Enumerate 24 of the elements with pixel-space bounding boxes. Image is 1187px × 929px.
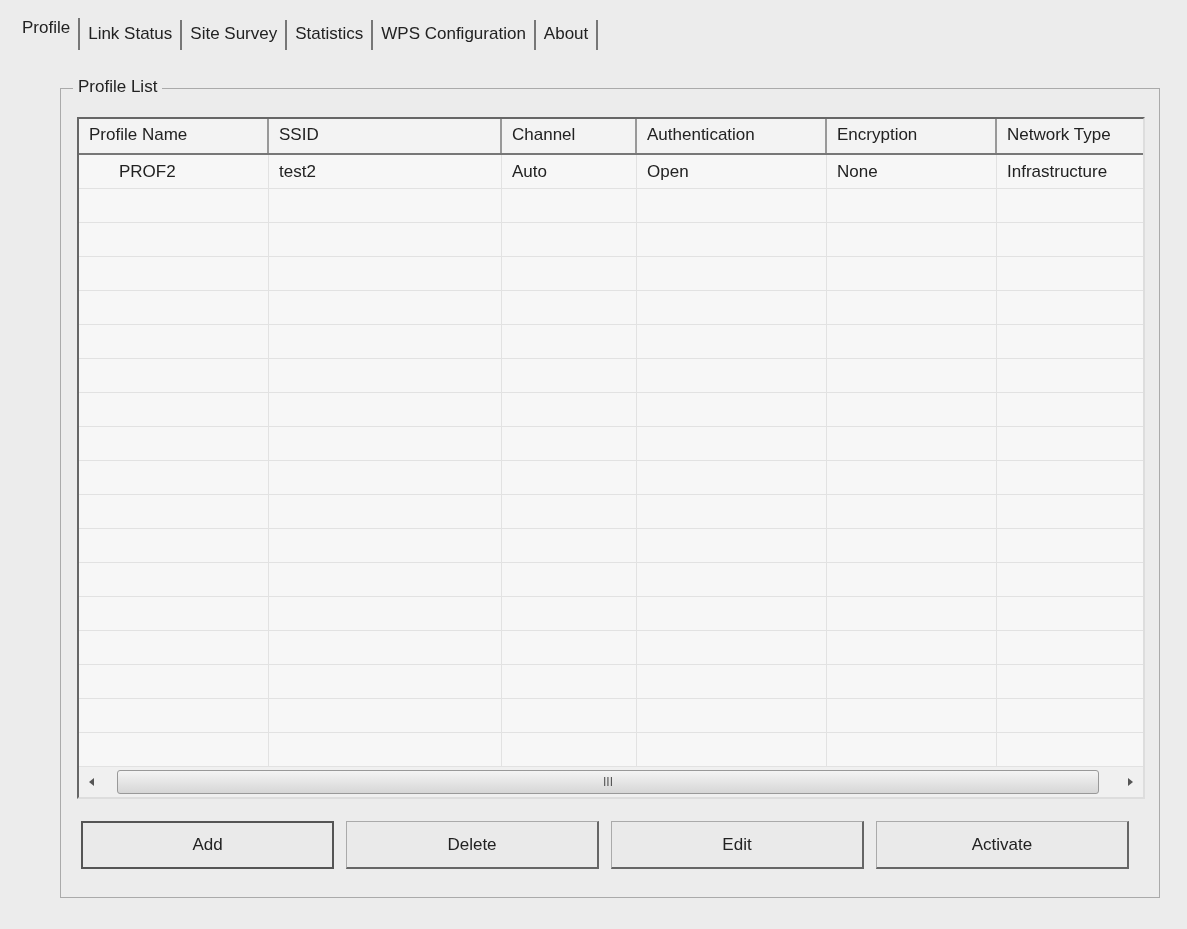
tab[interactable]: Profile xyxy=(18,18,81,50)
action-button[interactable]: Activate xyxy=(876,821,1129,869)
column-header[interactable]: Authentication xyxy=(637,119,827,153)
action-button[interactable]: Delete xyxy=(346,821,599,869)
table-cell: PROF2 xyxy=(79,155,269,188)
table-cell: Auto xyxy=(502,155,637,188)
column-header[interactable]: Profile Name xyxy=(79,119,269,153)
tab[interactable]: Statistics xyxy=(287,20,374,50)
table-cell: Infrastructure xyxy=(997,155,1143,188)
column-header[interactable]: Encryption xyxy=(827,119,997,153)
column-header[interactable]: Network Type xyxy=(997,119,1143,153)
action-button[interactable]: Edit xyxy=(611,821,864,869)
table-cell: test2 xyxy=(269,155,502,188)
tab[interactable]: Link Status xyxy=(80,20,183,50)
scroll-thumb[interactable]: III xyxy=(117,770,1099,794)
tab[interactable]: Site Survey xyxy=(182,20,288,50)
column-header[interactable]: Channel xyxy=(502,119,637,153)
action-button[interactable]: Add xyxy=(81,821,334,869)
table-cell: Open xyxy=(637,155,827,188)
column-header[interactable]: SSID xyxy=(269,119,502,153)
tab[interactable]: About xyxy=(535,20,599,50)
horizontal-scrollbar[interactable]: III xyxy=(79,767,1143,797)
table-cell: None xyxy=(827,155,997,188)
tab[interactable]: WPS Configuration xyxy=(373,20,536,50)
